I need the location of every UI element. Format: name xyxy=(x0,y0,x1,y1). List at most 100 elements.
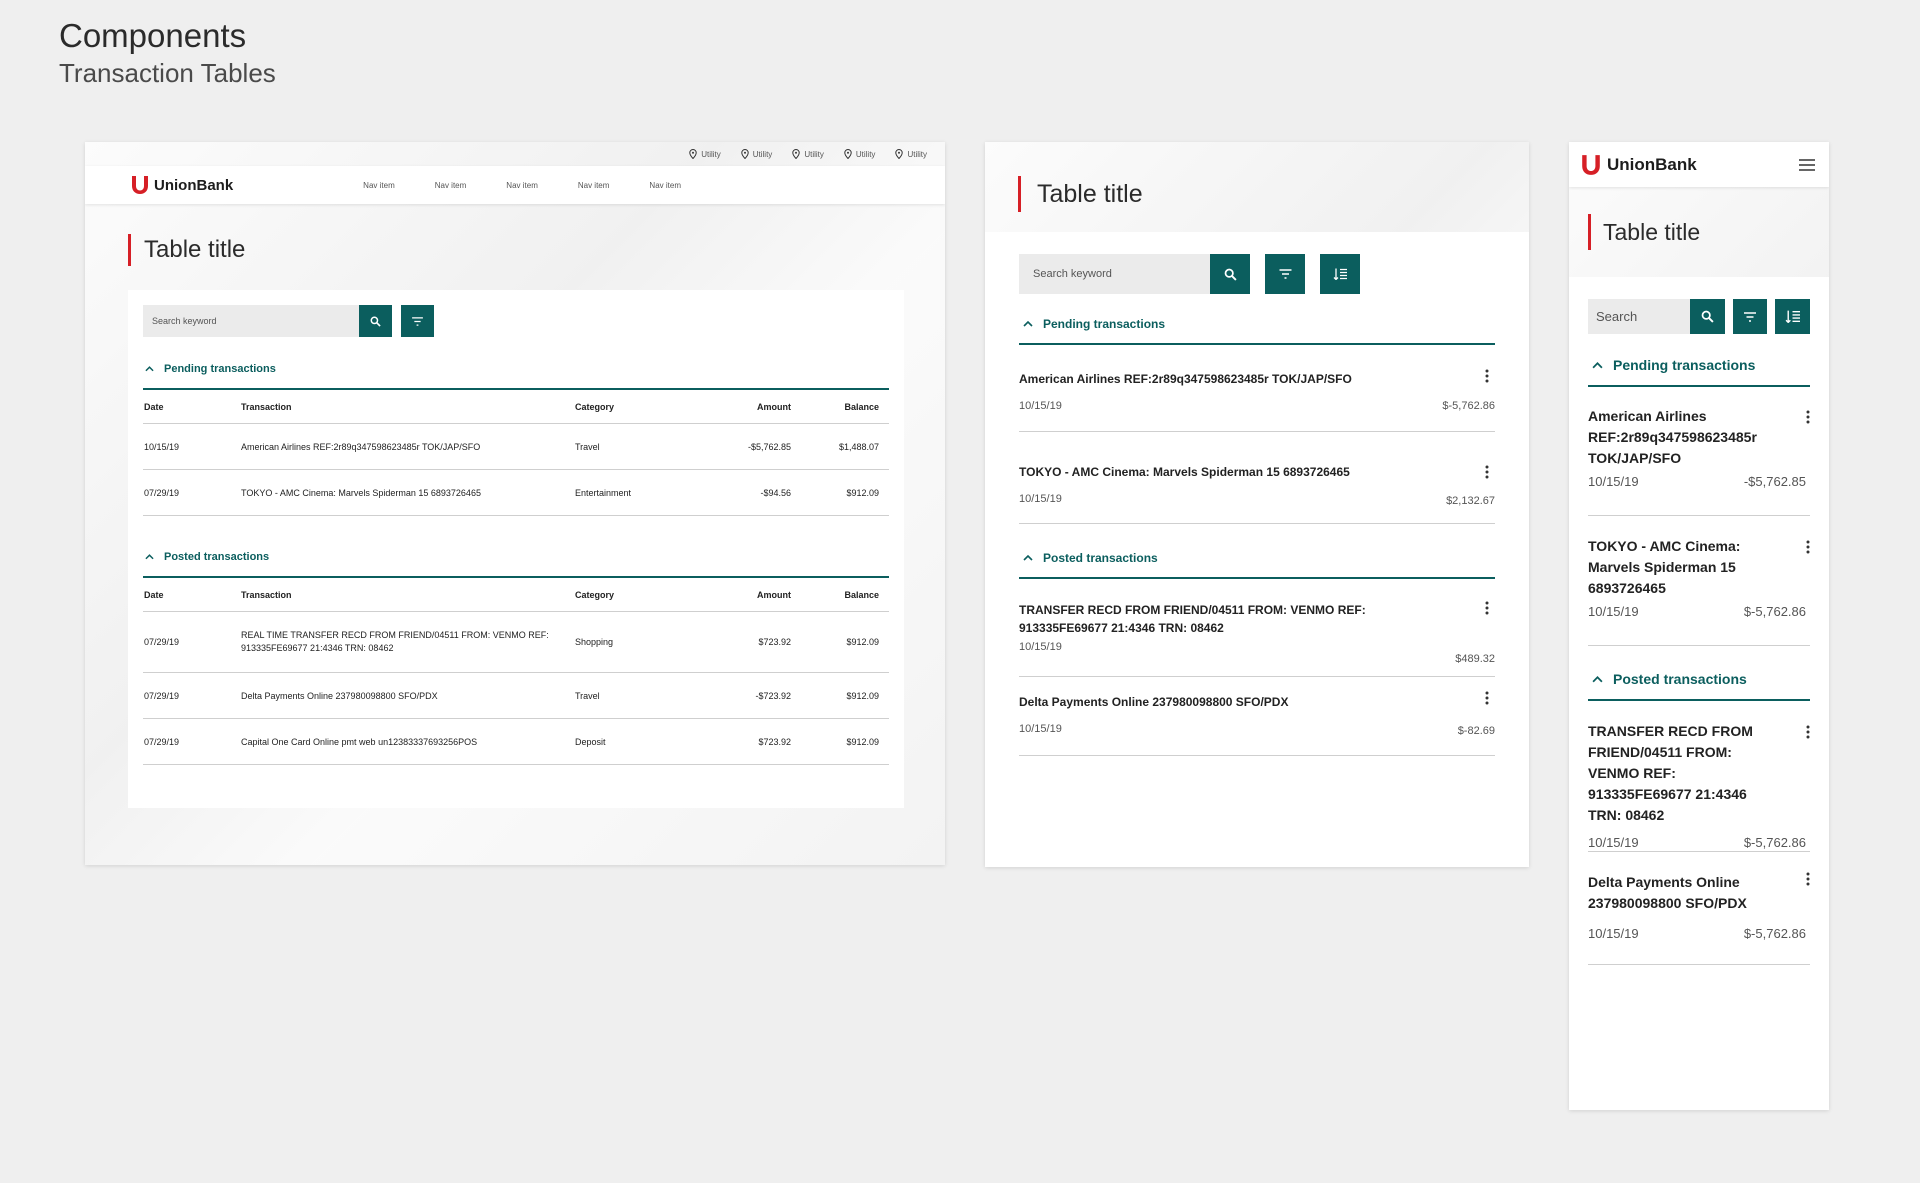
filter-button[interactable] xyxy=(1732,299,1768,334)
sort-button[interactable] xyxy=(1320,254,1360,294)
posted-section-label: Posted transactions xyxy=(1043,551,1158,565)
list-item[interactable]: TRANSFER RECD FROM FRIEND/04511 FROM: VE… xyxy=(1019,579,1495,677)
item-meta: 10/15/19 $-5,762.86 xyxy=(1588,835,1810,850)
cell-balance: $912.09 xyxy=(792,718,889,765)
search-button[interactable] xyxy=(1690,299,1725,334)
col-date: Date xyxy=(143,578,240,612)
pending-section-toggle[interactable]: Pending transactions xyxy=(1588,356,1810,374)
item-name: Delta Payments Online 237980098800 SFO/P… xyxy=(1588,874,1747,911)
item-name: American Airlines REF:2r89q347598623485r… xyxy=(1588,408,1757,466)
cell-transaction: American Airlines REF:2r89q347598623485r… xyxy=(240,423,574,470)
search-button[interactable] xyxy=(359,305,392,337)
table-row[interactable]: 07/29/19 REAL TIME TRANSFER RECD FROM FR… xyxy=(143,611,889,673)
location-pin-icon xyxy=(741,149,749,159)
utility-link[interactable]: Utility xyxy=(895,149,927,159)
cell-transaction: REAL TIME TRANSFER RECD FROM FRIEND/0451… xyxy=(240,611,574,673)
list-item[interactable]: TOKYO - AMC Cinema: Marvels Spiderman 15… xyxy=(1019,432,1495,524)
more-options-icon[interactable] xyxy=(1806,540,1810,554)
unionbank-logo[interactable]: UnionBank xyxy=(131,175,233,195)
sort-icon xyxy=(1785,310,1801,323)
list-item[interactable]: American Airlines REF:2r89q347598623485r… xyxy=(1019,345,1495,432)
item-meta: 10/15/19 $2,132.67 xyxy=(1019,493,1495,507)
more-options-icon[interactable] xyxy=(1485,369,1489,383)
list-item[interactable]: Delta Payments Online 237980098800 SFO/P… xyxy=(1588,852,1810,965)
posted-section-toggle[interactable]: Posted transactions xyxy=(143,549,889,565)
cell-date: 07/29/19 xyxy=(143,611,240,673)
list-item[interactable]: American Airlines REF:2r89q347598623485r… xyxy=(1588,387,1810,516)
table-title: Table title xyxy=(144,236,246,263)
brand-name: UnionBank xyxy=(154,176,234,194)
cell-date: 07/29/19 xyxy=(143,672,240,719)
col-category: Category xyxy=(574,578,701,612)
more-options-icon[interactable] xyxy=(1806,725,1810,739)
table-row[interactable]: 10/15/19 American Airlines REF:2r89q3475… xyxy=(143,423,889,470)
cell-amount: $723.92 xyxy=(701,611,792,673)
chevron-up-icon xyxy=(145,366,154,372)
list-item[interactable]: TOKYO - AMC Cinema: Marvels Spiderman 15… xyxy=(1588,516,1810,646)
item-name: American Airlines REF:2r89q347598623485r… xyxy=(1019,372,1352,386)
table-row[interactable]: 07/29/19 TOKYO - AMC Cinema: Marvels Spi… xyxy=(143,469,889,516)
item-amount: $489.32 xyxy=(1455,653,1495,665)
item-date: 10/15/19 xyxy=(1019,493,1062,505)
item-name: TOKYO - AMC Cinema: Marvels Spiderman 15… xyxy=(1019,465,1350,479)
filter-button[interactable] xyxy=(401,305,434,337)
filter-button[interactable] xyxy=(1265,254,1305,294)
desktop-frame: Utility Utility Utility Utility Utility … xyxy=(85,142,945,865)
filter-icon xyxy=(1744,311,1756,322)
nav-item[interactable]: Nav item xyxy=(649,181,681,190)
table-header-row: Date Transaction Category Amount Balance xyxy=(143,578,889,612)
table-header-row: Date Transaction Category Amount Balance xyxy=(143,390,889,424)
col-amount: Amount xyxy=(701,578,792,612)
pending-section-toggle[interactable]: Pending transactions xyxy=(143,361,889,377)
more-options-icon[interactable] xyxy=(1806,410,1810,424)
pending-section-toggle[interactable]: Pending transactions xyxy=(1019,316,1495,332)
utility-link[interactable]: Utility xyxy=(689,149,721,159)
search-row xyxy=(1019,254,1495,294)
item-date: 10/15/19 xyxy=(1588,604,1639,619)
more-options-icon[interactable] xyxy=(1485,601,1489,615)
brand-name: UnionBank xyxy=(1607,154,1697,174)
utility-link[interactable]: Utility xyxy=(844,149,875,159)
cell-date: 07/29/19 xyxy=(143,718,240,765)
more-options-icon[interactable] xyxy=(1485,465,1489,479)
posted-section-label: Posted transactions xyxy=(1613,671,1747,687)
more-options-icon[interactable] xyxy=(1806,872,1810,886)
utility-label: Utility xyxy=(752,149,773,159)
table-row[interactable]: 07/29/19 Capital One Card Online pmt web… xyxy=(143,718,889,765)
pending-table: Date Transaction Category Amount Balance… xyxy=(143,390,889,516)
utility-link[interactable]: Utility xyxy=(792,149,824,159)
cell-balance: $912.09 xyxy=(792,469,889,516)
table-row[interactable]: 07/29/19 Delta Payments Online 237980098… xyxy=(143,672,889,719)
list-item[interactable]: TRANSFER RECD FROM FRIEND/04511 FROM: VE… xyxy=(1588,701,1810,852)
nav-item[interactable]: Nav item xyxy=(506,181,538,190)
list-item[interactable]: Delta Payments Online 237980098800 SFO/P… xyxy=(1019,677,1495,756)
pending-section-label: Pending transactions xyxy=(1043,317,1166,331)
cell-amount: -$94.56 xyxy=(701,469,792,516)
mobile-body: Pending transactions American Airlines R… xyxy=(1569,277,1829,1110)
search-input[interactable] xyxy=(1019,254,1210,294)
location-pin-icon xyxy=(895,149,904,159)
unionbank-logo[interactable]: UnionBank xyxy=(1581,154,1697,176)
filter-icon xyxy=(1279,269,1291,279)
item-date: 10/15/19 xyxy=(1019,641,1062,653)
table-title: Table title xyxy=(1603,218,1701,245)
search-input[interactable] xyxy=(1588,299,1690,334)
more-options-icon[interactable] xyxy=(1485,691,1489,705)
nav-item[interactable]: Nav item xyxy=(363,181,395,190)
sort-button[interactable] xyxy=(1775,299,1810,334)
unionbank-logo-icon xyxy=(132,176,148,194)
item-name: TOKYO - AMC Cinema: Marvels Spiderman 15… xyxy=(1588,538,1741,596)
posted-section-toggle[interactable]: Posted transactions xyxy=(1588,670,1810,688)
search-input[interactable] xyxy=(143,305,359,337)
tablet-frame: Table title Pending transactions xyxy=(985,142,1529,867)
posted-section-toggle[interactable]: Posted transactions xyxy=(1019,550,1495,566)
utility-link[interactable]: Utility xyxy=(741,149,773,159)
hamburger-menu-icon[interactable] xyxy=(1799,158,1815,171)
item-name: TRANSFER RECD FROM FRIEND/04511 FROM: VE… xyxy=(1019,603,1366,635)
location-pin-icon xyxy=(689,149,697,159)
col-date: Date xyxy=(143,390,240,424)
cell-transaction: Delta Payments Online 237980098800 SFO/P… xyxy=(240,672,574,719)
nav-item[interactable]: Nav item xyxy=(578,181,610,190)
nav-item[interactable]: Nav item xyxy=(435,181,467,190)
search-button[interactable] xyxy=(1210,254,1250,294)
